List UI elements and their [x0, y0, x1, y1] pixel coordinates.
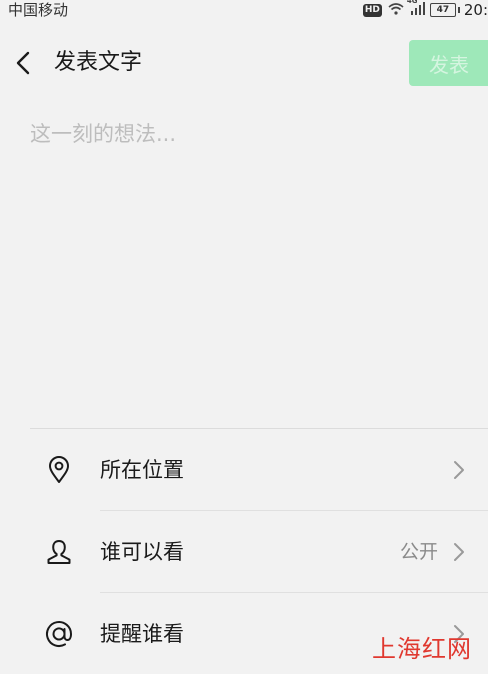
location-pin-icon — [44, 455, 74, 485]
cellular-signal-icon: 4G — [406, 0, 425, 19]
option-label: 提醒谁看 — [100, 622, 184, 646]
option-label: 所在位置 — [100, 458, 184, 482]
hd-badge: HD — [362, 3, 382, 17]
option-label: 谁可以看 — [100, 540, 184, 564]
person-icon — [44, 537, 74, 567]
chevron-right-icon — [452, 541, 466, 563]
status-icons: HD 4G 47 20: — [362, 0, 488, 20]
battery-tip — [457, 7, 460, 13]
page-title: 发表文字 — [54, 50, 143, 75]
wifi-icon — [388, 1, 404, 19]
carrier-name: 中国移动 — [8, 1, 69, 19]
watermark-logo: 上海红网 — [372, 635, 472, 663]
back-arrow-icon — [16, 51, 30, 75]
option-visibility[interactable]: 谁可以看 公开 — [30, 511, 488, 592]
visibility-value: 公开 — [399, 541, 438, 563]
network-type-label: 4G — [406, 0, 418, 5]
option-location[interactable]: 所在位置 — [30, 429, 488, 510]
at-sign-icon — [44, 619, 74, 649]
battery-indicator: 47 — [429, 3, 456, 17]
post-text-input[interactable]: 这一刻的想法... — [30, 118, 460, 398]
status-bar: 中国移动 HD 4G 47 20: — [0, 0, 488, 22]
status-time: 20: — [463, 1, 488, 19]
top-bar: 发表文字 发表 — [0, 36, 488, 88]
chevron-right-icon — [452, 459, 466, 481]
back-button[interactable] — [10, 48, 40, 78]
publish-button[interactable]: 发表 — [409, 40, 488, 86]
